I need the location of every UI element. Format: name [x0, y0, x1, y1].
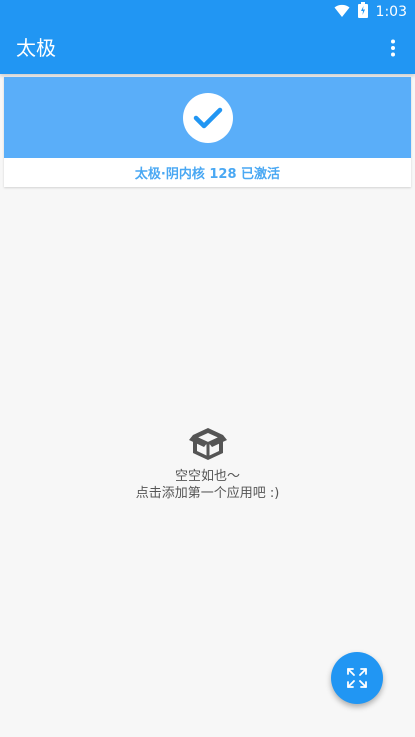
- status-icons: 1:03: [334, 2, 407, 22]
- empty-state: 空空如也～ 点击添加第一个应用吧 :): [0, 424, 415, 502]
- add-app-fab[interactable]: [331, 652, 383, 704]
- more-options-button[interactable]: [379, 34, 407, 62]
- empty-state-title: 空空如也～: [174, 469, 240, 484]
- activation-status-text: 太极·阴内核 128 已激活: [134, 167, 281, 182]
- check-icon: [182, 92, 233, 143]
- activation-status-card[interactable]: 太极·阴内核 128 已激活: [4, 77, 411, 187]
- expand-arrows-icon: [347, 668, 367, 688]
- activation-banner: [4, 77, 411, 158]
- empty-box-icon: [188, 428, 227, 460]
- wifi-icon: [334, 3, 350, 22]
- more-vert-icon: [391, 39, 395, 57]
- app-header: 1:03 太极: [0, 0, 415, 74]
- empty-state-hint: 点击添加第一个应用吧 :): [135, 486, 280, 501]
- clock: 1:03: [375, 4, 407, 20]
- battery-icon: [357, 2, 368, 22]
- status-bar: 1:03: [0, 0, 415, 24]
- page-title: 太极: [16, 36, 56, 60]
